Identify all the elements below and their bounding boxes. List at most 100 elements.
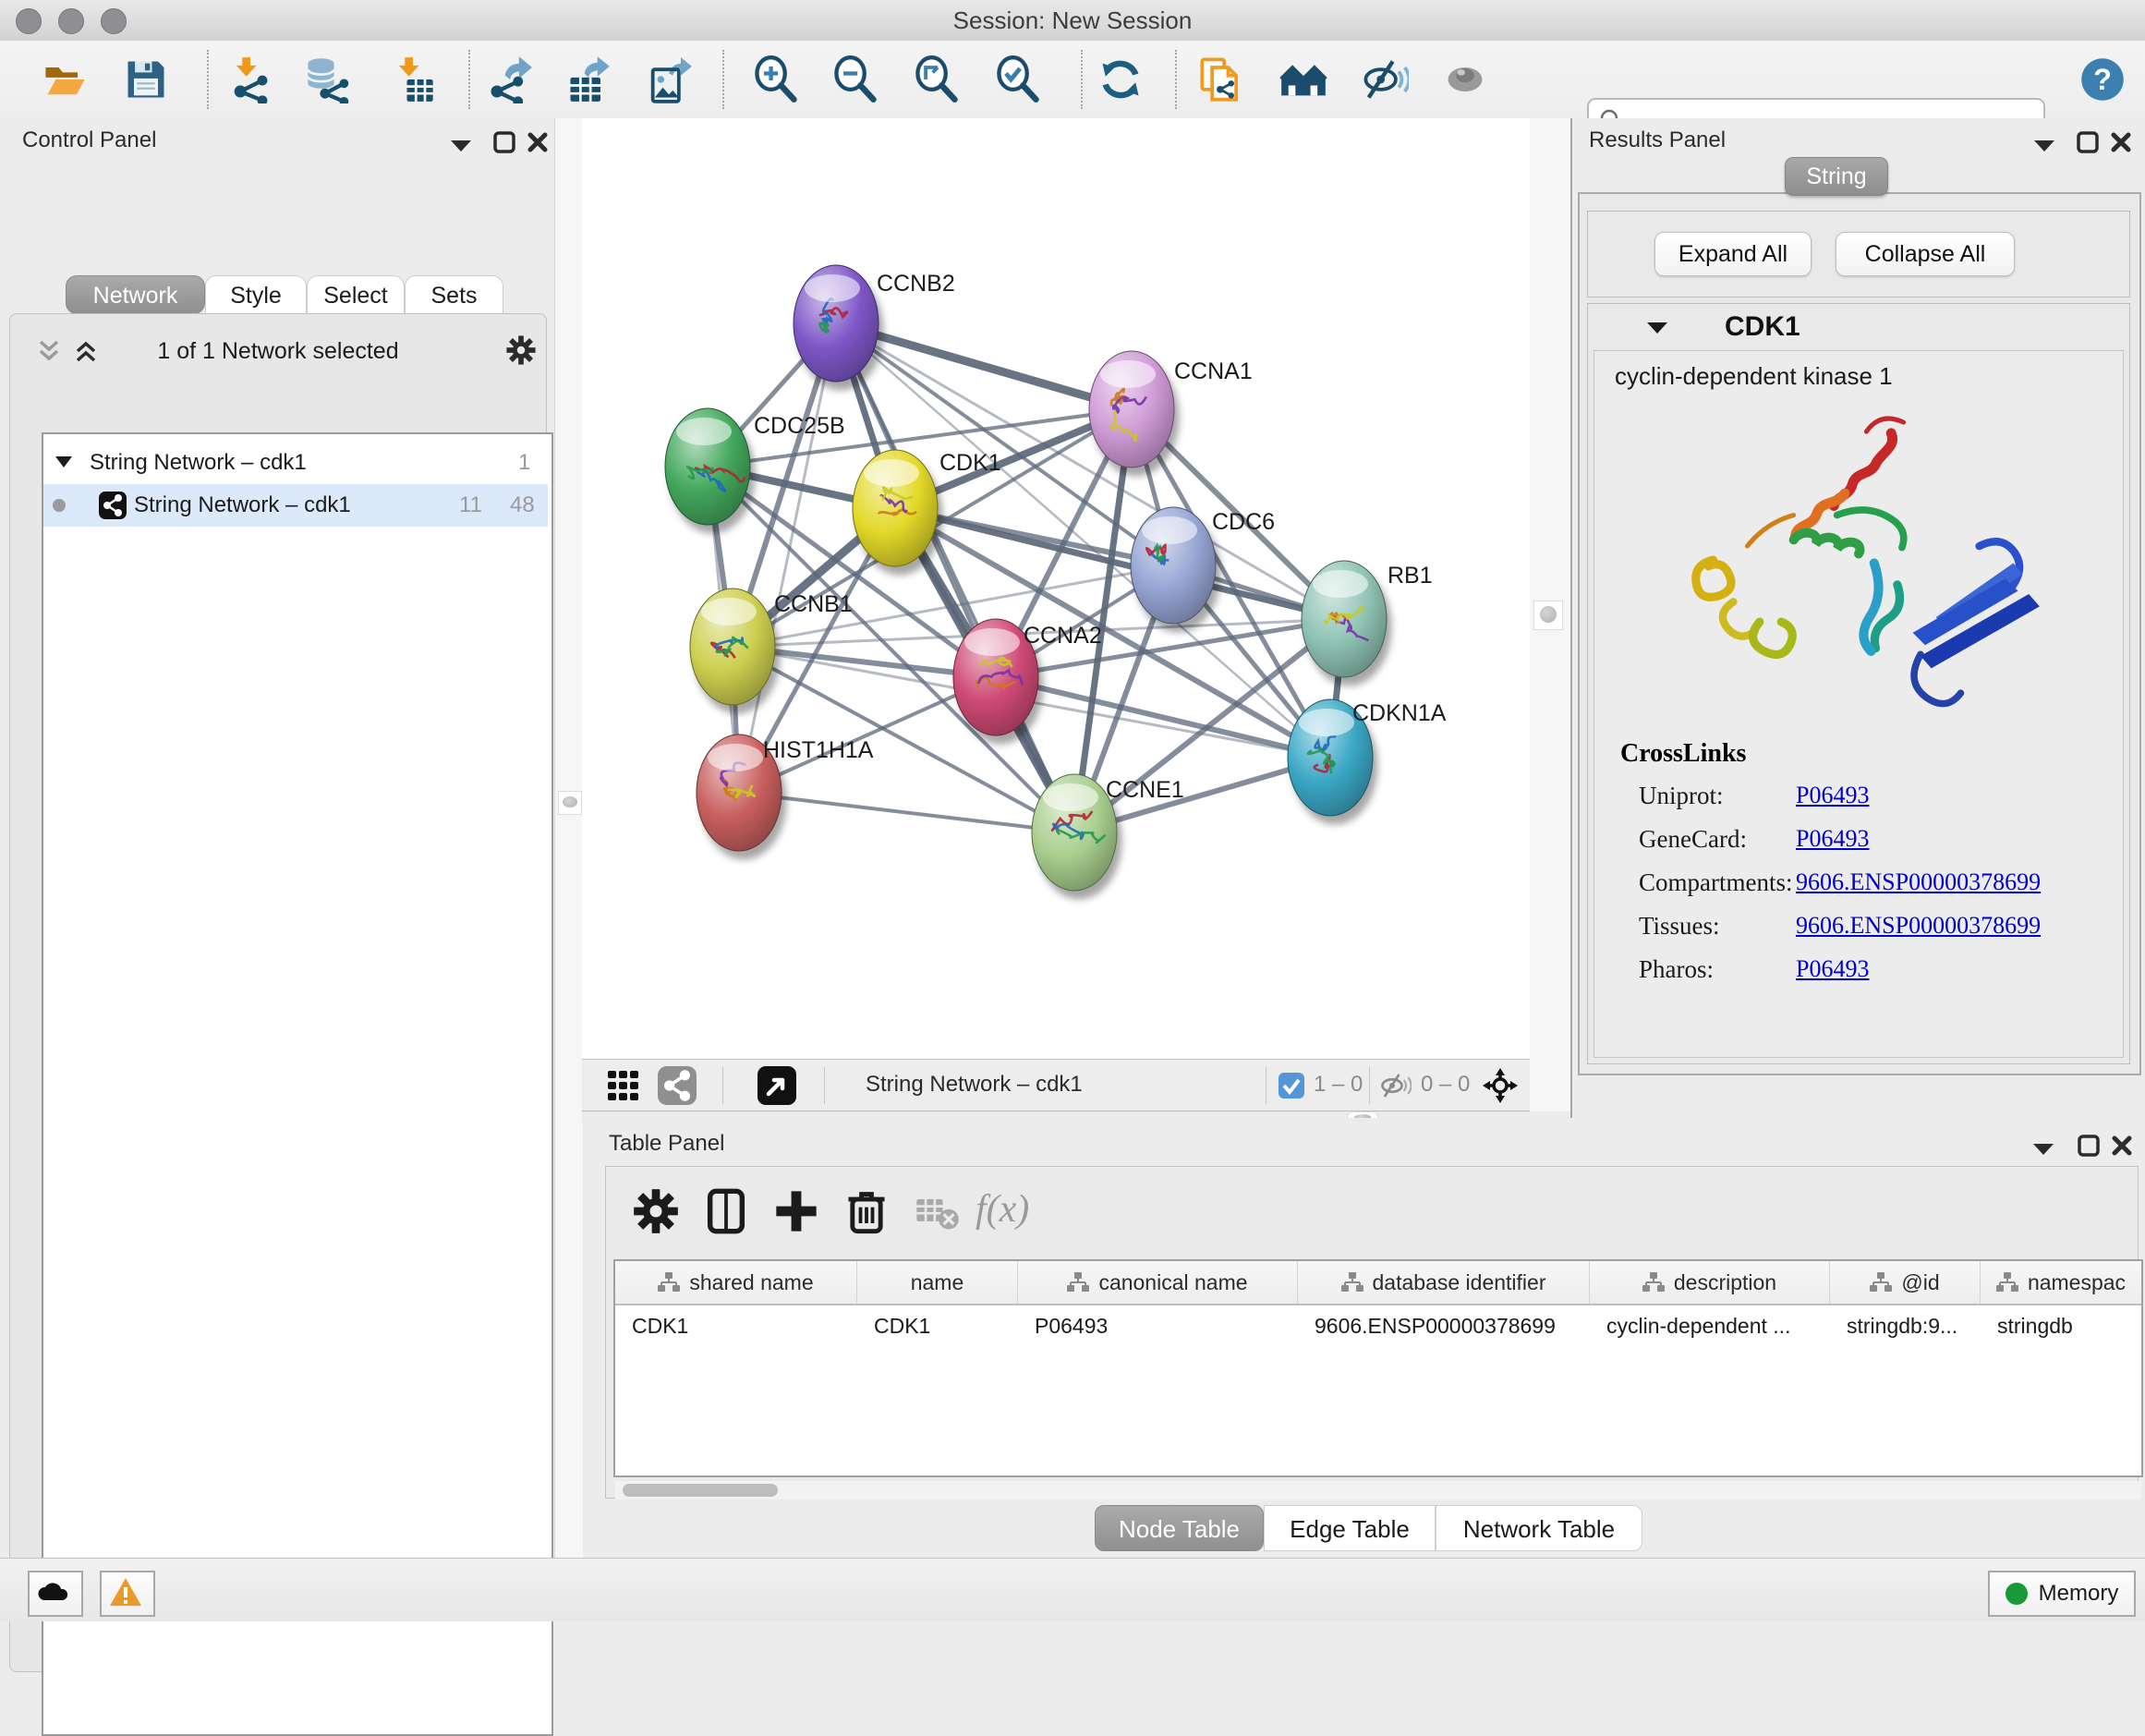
refresh-view-icon[interactable] <box>1097 55 1145 103</box>
vertical-splitter-left[interactable] <box>554 118 583 1558</box>
float-panel-icon[interactable] <box>2078 1135 2100 1157</box>
tab-string[interactable]: String <box>1785 157 1888 196</box>
network-row-selected[interactable]: String Network – cdk1 11 48 <box>43 484 548 527</box>
column-header-namespace[interactable]: namespac <box>1981 1261 2141 1304</box>
hide-selected-icon[interactable] <box>1361 55 1409 103</box>
node-CCNB2[interactable] <box>794 265 879 382</box>
toolbar-separator <box>1081 50 1083 109</box>
splitter-handle[interactable] <box>1533 601 1563 630</box>
column-header-shared-name[interactable]: shared name <box>615 1261 857 1304</box>
export-network-icon[interactable] <box>485 55 533 103</box>
scrollbar-thumb[interactable] <box>623 1484 778 1497</box>
node-CCNE1[interactable] <box>1032 774 1117 891</box>
network-selection-bar: 1 of 1 Network selected <box>10 333 546 370</box>
tab-style[interactable]: Style <box>205 275 307 314</box>
crosslink-row: Pharos: P06493 <box>1594 955 2123 999</box>
edge-HIST1H1A-CCNE1[interactable] <box>739 793 1074 832</box>
collapse-all-button[interactable]: Collapse All <box>1836 232 2015 276</box>
tab-edge-table[interactable]: Edge Table <box>1264 1505 1436 1551</box>
first-neighbors-icon[interactable] <box>1279 55 1327 103</box>
zoom-out-icon[interactable] <box>831 55 879 103</box>
node-CCNA1[interactable] <box>1089 351 1174 467</box>
save-session-icon[interactable] <box>122 55 170 103</box>
export-image-icon[interactable] <box>645 55 693 103</box>
export-table-icon[interactable] <box>564 55 612 103</box>
crosslinks-heading: CrossLinks <box>1620 739 2123 769</box>
panel-menu-icon[interactable] <box>449 137 473 153</box>
node-CDC25B[interactable] <box>665 408 750 525</box>
add-row-icon[interactable] <box>772 1187 820 1235</box>
compartments-link[interactable]: 9606.ENSP00000378699 <box>1796 868 2041 896</box>
column-header-id[interactable]: @id <box>1830 1261 1981 1304</box>
panel-menu-icon[interactable] <box>2031 1140 2055 1157</box>
network-selection-status: 1 of 1 Network selected <box>10 338 546 365</box>
memory-button[interactable]: Memory <box>1988 1571 2136 1617</box>
expand-all-button[interactable]: Expand All <box>1654 232 1812 276</box>
network-view-canvas[interactable]: CCNB2CCNA1CDC25BCDK1CDC6RB1CCNB1CCNA2CDK… <box>582 118 1530 1059</box>
string-network-graph[interactable]: CCNB2CCNA1CDC25BCDK1CDC6RB1CCNB1CCNA2CDK… <box>582 118 1530 1059</box>
crosslinks-section: CrossLinks Uniprot: P06493 GeneCard: P06… <box>1594 739 2123 999</box>
column-header-database-identifier[interactable]: database identifier <box>1298 1261 1590 1304</box>
string-app-icon[interactable] <box>658 1066 697 1105</box>
tab-node-table[interactable]: Node Table <box>1095 1505 1264 1551</box>
zoom-fit-content-icon[interactable] <box>913 55 961 103</box>
open-session-icon[interactable] <box>41 55 89 103</box>
float-panel-icon[interactable] <box>2077 131 2099 153</box>
tissues-link[interactable]: 9606.ENSP00000378699 <box>1796 912 2041 940</box>
help-icon[interactable]: ? <box>2078 55 2127 103</box>
cloud-status-button[interactable] <box>28 1571 83 1617</box>
genecard-link[interactable]: P06493 <box>1796 825 1869 853</box>
uniprot-link[interactable]: P06493 <box>1796 782 1869 809</box>
toolbar-separator <box>207 50 209 109</box>
import-network-from-file-icon[interactable] <box>226 55 274 103</box>
network-edge-count: 48 <box>510 492 535 518</box>
close-panel-icon[interactable] <box>2110 131 2132 153</box>
tab-sets[interactable]: Sets <box>405 275 503 314</box>
create-column-icon[interactable] <box>702 1187 750 1235</box>
pan-crosshair-icon[interactable] <box>1482 1067 1519 1104</box>
table-row[interactable]: CDK1 CDK1 P06493 9606.ENSP00000378699 cy… <box>615 1305 2141 1346</box>
gene-card-header[interactable]: CDK1 <box>1588 304 2129 348</box>
splitter-handle[interactable] <box>558 791 582 815</box>
edge-CCNB2-CCNA1[interactable] <box>836 323 1132 409</box>
edge-CCNA2-CDKN1A[interactable] <box>996 677 1330 758</box>
column-header-description[interactable]: description <box>1590 1261 1830 1304</box>
node-RB1[interactable] <box>1302 561 1387 677</box>
birds-eye-view-icon[interactable] <box>757 1066 796 1105</box>
import-network-from-database-icon[interactable] <box>303 55 351 103</box>
node-CDC6[interactable] <box>1131 507 1216 624</box>
network-collection-row[interactable]: String Network – cdk1 1 <box>43 442 548 484</box>
tree-expander-icon[interactable] <box>55 455 73 469</box>
string-results-container: Expand All Collapse All CDK1 cyclin-depe… <box>1578 192 2141 1075</box>
column-header-name[interactable]: name <box>857 1261 1018 1304</box>
vertical-splitter-right[interactable] <box>1530 118 1570 1111</box>
import-table-from-file-icon[interactable] <box>389 55 437 103</box>
selected-checkbox-icon[interactable] <box>1279 1073 1304 1099</box>
float-panel-icon[interactable] <box>493 131 515 153</box>
zoom-selected-icon[interactable] <box>994 55 1042 103</box>
table-settings-gear-icon[interactable] <box>632 1187 680 1235</box>
crosslink-row: GeneCard: P06493 <box>1594 825 2123 868</box>
zoom-in-icon[interactable] <box>752 55 800 103</box>
edge-CCNB2-HIST1H1A[interactable] <box>739 323 836 793</box>
tab-select[interactable]: Select <box>307 275 405 314</box>
delete-entries-trash-icon[interactable] <box>842 1187 891 1235</box>
panel-menu-icon[interactable] <box>2032 137 2056 153</box>
copy-network-icon[interactable] <box>1198 55 1246 103</box>
close-panel-icon[interactable] <box>527 131 549 153</box>
tab-network-table[interactable]: Network Table <box>1436 1505 1642 1551</box>
tab-network[interactable]: Network <box>66 275 205 314</box>
node-CCNB1[interactable] <box>690 589 775 705</box>
network-options-gear-icon[interactable] <box>505 334 537 366</box>
pharos-link[interactable]: P06493 <box>1796 955 1869 983</box>
memory-status-dot <box>2006 1583 2028 1605</box>
collapse-gene-icon[interactable] <box>1645 319 1669 335</box>
show-all-icon[interactable] <box>1441 55 1489 103</box>
node-label-CCNB1: CCNB1 <box>774 591 853 617</box>
close-panel-icon[interactable] <box>2111 1135 2133 1157</box>
node-CDK1[interactable] <box>853 450 938 566</box>
horizontal-scrollbar[interactable] <box>615 1481 2141 1499</box>
warnings-button[interactable] <box>100 1571 155 1617</box>
grid-layout-icon[interactable] <box>606 1068 641 1103</box>
column-header-canonical-name[interactable]: canonical name <box>1018 1261 1298 1304</box>
